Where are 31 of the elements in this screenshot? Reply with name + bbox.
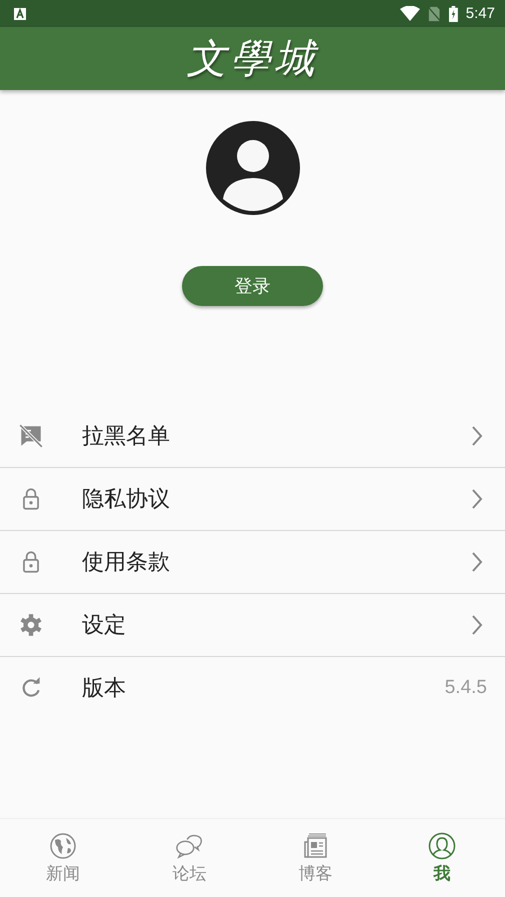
menu-item[interactable]: 拉黑名单 (0, 405, 505, 468)
menu-label: 使用条款 (82, 549, 171, 577)
nav-tab[interactable]: 博客 (252, 819, 379, 897)
version-number: 5.4.5 (444, 677, 487, 699)
chevron-right-icon (471, 551, 483, 573)
chevron-right-icon (471, 614, 483, 636)
blocked-message-icon (18, 423, 44, 449)
battery-charging-icon (448, 6, 458, 22)
menu-label: 设定 (82, 612, 127, 640)
person-icon (428, 832, 456, 860)
avatar-icon (206, 121, 300, 215)
menu-item[interactable]: 隐私协议 (0, 468, 505, 531)
nav-tab[interactable]: 我 (378, 819, 505, 897)
status-time: 5:47 (466, 5, 495, 22)
app-logo: 文學城 (186, 35, 318, 84)
menu-label: 拉黑名单 (82, 423, 171, 451)
globe-icon (49, 832, 78, 860)
no-sim-icon (428, 6, 441, 22)
nav-tab[interactable]: 新闻 (0, 819, 126, 897)
wifi-icon (400, 6, 420, 22)
login-button[interactable]: 登录 (182, 266, 323, 306)
settings-icon (18, 612, 44, 638)
menu-label: 版本 (82, 675, 127, 703)
chevron-right-icon (471, 488, 483, 510)
newspaper-icon (302, 832, 330, 860)
menu-item[interactable]: 使用条款 (0, 531, 505, 594)
menu-label: 隐私协议 (82, 486, 171, 514)
nav-tab[interactable]: 论坛 (126, 819, 252, 897)
menu-item[interactable]: 设定 (0, 594, 505, 657)
chevron-right-icon (471, 425, 483, 447)
notification-icon (14, 8, 26, 20)
